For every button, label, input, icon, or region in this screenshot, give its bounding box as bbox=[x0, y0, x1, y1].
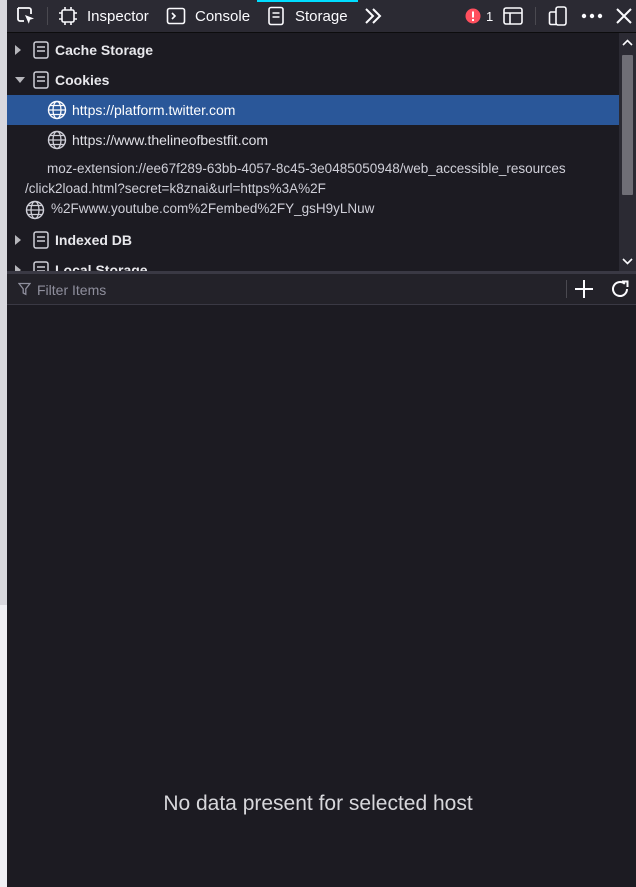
storage-type-icon bbox=[33, 231, 49, 249]
console-icon bbox=[166, 7, 186, 25]
error-count-button[interactable]: 1 bbox=[465, 0, 493, 32]
host-line: moz-extension://ee67f289-63bb-4057-8c45-… bbox=[47, 161, 566, 176]
globe-icon bbox=[47, 100, 67, 120]
tab-console[interactable]: Console bbox=[166, 0, 250, 32]
close-icon bbox=[616, 8, 632, 24]
menu-button[interactable] bbox=[580, 0, 604, 32]
close-devtools-button[interactable] bbox=[615, 0, 633, 32]
devtools-toolbar: Inspector Console Storage 1 bbox=[7, 0, 636, 33]
tab-console-label: Console bbox=[195, 7, 251, 25]
scroll-down-arrow-icon[interactable] bbox=[622, 255, 633, 267]
tab-inspector[interactable]: Inspector bbox=[58, 0, 149, 32]
tree-item-label: Local Storage bbox=[55, 262, 148, 271]
pick-element-icon bbox=[17, 7, 34, 24]
empty-state-message: No data present for selected host bbox=[163, 792, 473, 815]
tree-item-label: https://www.thelineofbestfit.com bbox=[72, 132, 269, 148]
tree-item-cache-storage[interactable]: Cache Storage bbox=[7, 35, 619, 65]
element-picker-button[interactable] bbox=[15, 0, 37, 32]
tree-item-label: https://platform.twitter.com bbox=[72, 102, 236, 118]
scroll-thumb[interactable] bbox=[622, 55, 633, 195]
refresh-icon[interactable] bbox=[609, 278, 631, 300]
filter-icon bbox=[18, 282, 31, 296]
devtools-panel: Inspector Console Storage 1 Cache Storag… bbox=[7, 0, 636, 887]
scroll-up-arrow-icon[interactable] bbox=[622, 37, 633, 49]
host-line: %2Fwww.youtube.com%2Fembed%2FY_gsH9yLNuw bbox=[51, 201, 375, 216]
error-count: 1 bbox=[486, 8, 494, 24]
add-item-button[interactable] bbox=[573, 278, 595, 300]
layout-icon bbox=[503, 7, 523, 25]
error-icon bbox=[465, 8, 481, 24]
storage-type-icon bbox=[33, 71, 49, 89]
inspector-icon bbox=[59, 7, 77, 25]
tree-item-label: Indexed DB bbox=[55, 232, 133, 248]
twisty-collapsed-icon[interactable] bbox=[15, 235, 21, 245]
more-horizontal-icon bbox=[581, 13, 603, 19]
dock-options-button[interactable] bbox=[502, 0, 524, 32]
storage-type-icon bbox=[33, 261, 49, 271]
responsive-design-button[interactable] bbox=[547, 0, 569, 32]
storage-icon bbox=[268, 6, 284, 26]
tree-item-host-platform-twitter[interactable]: https://platform.twitter.com bbox=[7, 95, 619, 125]
filter-bar bbox=[7, 274, 636, 305]
more-tabs-button[interactable] bbox=[362, 0, 384, 32]
tab-storage[interactable]: Storage bbox=[266, 0, 348, 32]
globe-icon bbox=[47, 130, 67, 150]
host-line: /click2load.html?secret=k8znai&url=https… bbox=[25, 181, 326, 196]
tab-inspector-label: Inspector bbox=[87, 7, 149, 25]
twisty-expanded-icon[interactable] bbox=[15, 77, 25, 83]
tree-item-cookies[interactable]: Cookies bbox=[7, 65, 619, 95]
responsive-mode-icon bbox=[548, 6, 567, 26]
tree-item-indexed-db[interactable]: Indexed DB bbox=[7, 225, 619, 255]
tree-item-local-storage[interactable]: Local Storage bbox=[7, 255, 619, 271]
left-window-edge bbox=[0, 0, 7, 887]
tree-item-label: Cookies bbox=[55, 72, 110, 88]
tree-item-label: Cache Storage bbox=[55, 42, 154, 58]
tree-item-host-moz-extension[interactable]: moz-extension://ee67f289-63bb-4057-8c45-… bbox=[25, 159, 619, 221]
double-chevron-right-icon bbox=[365, 8, 382, 24]
tree-scrollbar[interactable] bbox=[619, 33, 636, 271]
twisty-collapsed-icon[interactable] bbox=[15, 45, 21, 55]
storage-type-icon bbox=[33, 41, 49, 59]
storage-tree: Cache Storage Cookies https://platform.t… bbox=[7, 33, 619, 271]
tab-storage-label: Storage bbox=[295, 7, 348, 25]
tree-item-host-thelineofbestfit[interactable]: https://www.thelineofbestfit.com bbox=[7, 125, 619, 155]
filter-items-input[interactable] bbox=[35, 279, 569, 301]
globe-icon bbox=[25, 200, 45, 220]
